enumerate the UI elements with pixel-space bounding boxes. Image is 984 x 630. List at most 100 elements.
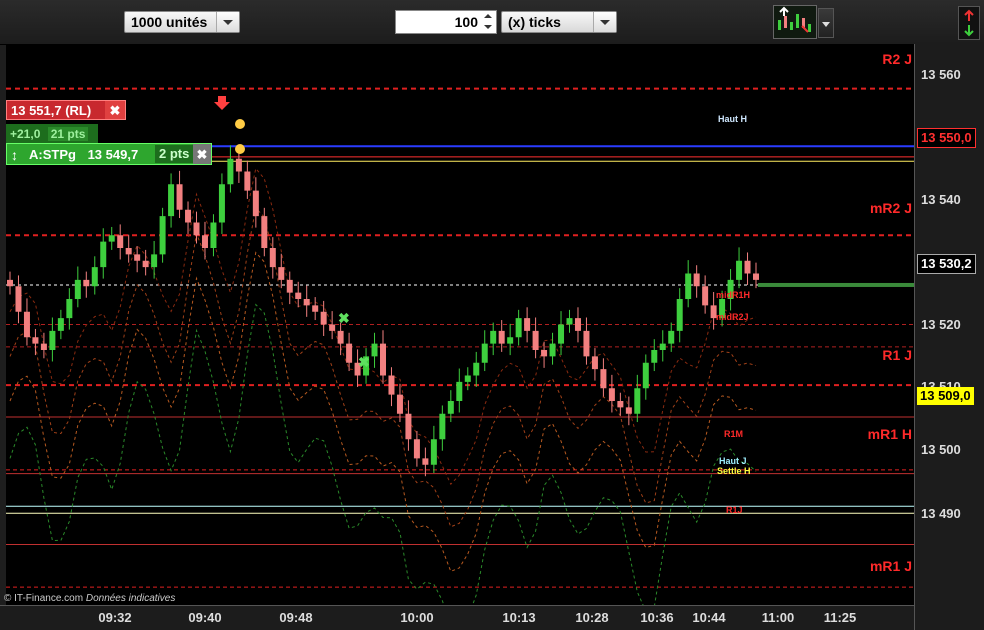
time-tick: 10:00 bbox=[400, 610, 434, 625]
stop-order-points: 2 pts bbox=[155, 145, 194, 163]
candle-body bbox=[380, 343, 386, 376]
close-icon[interactable]: ✖ bbox=[193, 144, 211, 164]
stepper-down-icon[interactable] bbox=[482, 22, 495, 32]
chart-type-icon[interactable] bbox=[773, 5, 817, 39]
candle-body bbox=[91, 267, 98, 287]
time-tick: 10:28 bbox=[575, 610, 609, 625]
candle-body bbox=[600, 369, 607, 389]
candle-body bbox=[7, 279, 13, 287]
candle-body bbox=[66, 299, 73, 319]
current-price-band bbox=[758, 282, 914, 287]
candle-body bbox=[736, 260, 743, 280]
candle-body bbox=[286, 279, 293, 293]
level-r2j-label: R2 J bbox=[882, 51, 912, 67]
level-mr2j-label: mR2 J bbox=[869, 200, 912, 216]
candle-body bbox=[159, 216, 166, 255]
candle-body bbox=[23, 311, 30, 338]
candle-body bbox=[210, 222, 217, 248]
price-tick: 13 520 bbox=[921, 317, 961, 332]
candle-body bbox=[269, 248, 276, 268]
tick-value-stepper[interactable]: 100 bbox=[395, 10, 497, 34]
candle-body bbox=[49, 330, 56, 350]
candle-body bbox=[261, 216, 268, 248]
credit-note: Données indicatives bbox=[85, 593, 176, 604]
drag-handle-icon[interactable]: ↕ bbox=[11, 144, 18, 166]
candle-body bbox=[125, 248, 132, 255]
candle-body bbox=[574, 318, 581, 331]
candle-body bbox=[142, 260, 149, 268]
time-tick: 09:32 bbox=[98, 610, 132, 625]
level-midr1h-label: midR1H bbox=[716, 290, 751, 300]
chevron-down-icon[interactable] bbox=[593, 12, 616, 32]
pnl-value: +21,0 bbox=[10, 127, 41, 141]
candle-body bbox=[507, 337, 514, 344]
close-icon[interactable]: ✖ bbox=[105, 101, 125, 119]
order-handle-icon bbox=[235, 119, 245, 129]
candle-body bbox=[201, 235, 208, 248]
level-r1j-small-label: R1J bbox=[726, 505, 743, 515]
data-credit: © IT-Finance.com Données indicatives bbox=[4, 593, 175, 604]
candle-body bbox=[117, 235, 124, 248]
chart-type-dropdown[interactable] bbox=[818, 8, 834, 38]
trade-marker-icon: ✖ bbox=[358, 354, 370, 370]
candle-body bbox=[40, 343, 47, 350]
chart-canvas: ✖✖ bbox=[6, 87, 914, 630]
level-settle-h-label: Settle H bbox=[717, 466, 751, 476]
candle-body bbox=[676, 299, 683, 331]
candle-body bbox=[168, 184, 175, 217]
candle-body bbox=[608, 388, 615, 401]
time-tick: 09:40 bbox=[188, 610, 222, 625]
level-haut-h-label: Haut H bbox=[718, 114, 747, 124]
tick-unit-select[interactable]: (x) ticks bbox=[501, 11, 617, 33]
order-tool-icon[interactable] bbox=[958, 6, 980, 40]
limit-order-tag[interactable]: 13 551,7 (RL) ✖ bbox=[6, 100, 126, 120]
price-chart[interactable]: ✖ ✖ 13 551,7 (RL) ✖ +21,0 21 pts ↕ A:STPg… bbox=[6, 44, 914, 630]
candle-body bbox=[346, 343, 353, 363]
candle-body bbox=[303, 299, 310, 306]
price-tick: 13 500 bbox=[921, 442, 961, 457]
candle-body bbox=[371, 343, 378, 357]
order-handle-icon bbox=[235, 144, 245, 154]
candle-body bbox=[591, 356, 598, 370]
candle-body bbox=[651, 350, 658, 363]
time-axis[interactable]: 09:32 09:40 09:48 10:00 10:13 10:28 10:3… bbox=[0, 605, 914, 630]
candle-body bbox=[566, 318, 573, 325]
level-mr1j-label: mR1 J bbox=[869, 558, 912, 574]
stop-order-price: 13 549,7 bbox=[87, 147, 139, 162]
price-axis[interactable]: 13 560 13 550,0 13 540 13 530,2 13 520 1… bbox=[914, 44, 984, 630]
candle-body bbox=[464, 375, 471, 382]
position-pnl-tag: +21,0 21 pts bbox=[6, 124, 98, 144]
candle-body bbox=[549, 343, 556, 357]
candle-body bbox=[744, 260, 751, 274]
candle-body bbox=[558, 324, 565, 344]
candle-body bbox=[481, 343, 488, 363]
candle-body bbox=[541, 350, 548, 357]
candle-body bbox=[176, 184, 183, 210]
limit-order-price: 13 551,7 (RL) bbox=[11, 103, 92, 118]
credit-source: © IT-Finance.com bbox=[4, 593, 84, 604]
arrows-icon bbox=[964, 9, 974, 37]
candle-body bbox=[396, 394, 403, 414]
price-tick: 13 490 bbox=[921, 506, 961, 521]
chevron-down-icon[interactable] bbox=[216, 12, 239, 32]
current-price-marker: 13 530,2 bbox=[917, 254, 976, 274]
candle-body bbox=[634, 388, 641, 414]
candle-body bbox=[134, 254, 141, 261]
candle-body bbox=[405, 413, 412, 440]
candle-body bbox=[32, 337, 39, 344]
level-haut-j-label: Haut J bbox=[719, 456, 747, 466]
candle-body bbox=[685, 273, 692, 299]
trading-window: 1000 unités 100 (x) ticks ✖ ✖ 13 551,7 (… bbox=[0, 0, 984, 630]
candle-body bbox=[659, 343, 666, 350]
candle-body bbox=[278, 267, 285, 280]
stop-order-tag[interactable]: ↕ A:STPg 13 549,7 2 pts ✖ bbox=[6, 143, 212, 165]
candle-body bbox=[490, 330, 497, 344]
quantity-select[interactable]: 1000 unités bbox=[124, 11, 240, 33]
candle-body bbox=[312, 305, 319, 312]
tick-value: 100 bbox=[454, 14, 478, 30]
pnl-points: 21 pts bbox=[47, 127, 89, 141]
stepper-up-icon[interactable] bbox=[482, 12, 495, 22]
candle-body bbox=[753, 273, 759, 280]
price-tick: 13 560 bbox=[921, 67, 961, 82]
candle-body bbox=[515, 318, 522, 338]
